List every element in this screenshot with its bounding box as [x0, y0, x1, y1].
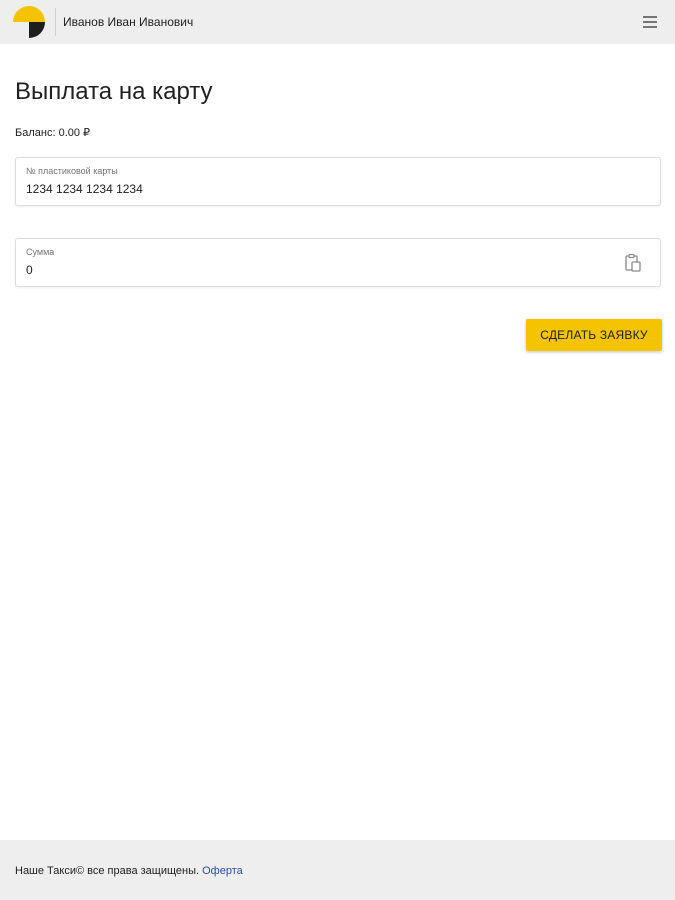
amount-input[interactable] — [26, 261, 586, 279]
card-number-label: № пластиковой карты — [26, 166, 118, 176]
page-footer: Наше Такси© все права защищены. Оферта — [0, 840, 675, 900]
amount-field[interactable]: Сумма — [15, 238, 661, 287]
header-divider — [55, 8, 56, 36]
paste-icon[interactable] — [624, 253, 642, 273]
card-number-field[interactable]: № пластиковой карты — [15, 157, 661, 206]
page-title: Выплата на карту — [15, 78, 213, 105]
balance-value: 0.00 ₽ — [58, 127, 91, 139]
balance-label: Баланс: — [15, 127, 56, 139]
submit-request-button[interactable]: СДЕЛАТЬ ЗАЯВКУ — [526, 319, 662, 351]
card-number-input[interactable] — [26, 180, 586, 198]
taxi-logo-icon[interactable] — [12, 5, 46, 39]
balance: Баланс: 0.00 ₽ — [15, 126, 90, 140]
footer-text: Наше Такси© все права защищены. Оферта — [15, 864, 243, 878]
offer-link[interactable]: Оферта — [202, 865, 243, 877]
amount-label: Сумма — [26, 247, 55, 257]
app-header: Иванов Иван Иванович — [0, 0, 675, 44]
user-name[interactable]: Иванов Иван Иванович — [63, 14, 193, 30]
hamburger-menu-icon[interactable] — [636, 12, 664, 34]
copyright-text: Наше Такси© все права защищены. — [15, 865, 200, 877]
